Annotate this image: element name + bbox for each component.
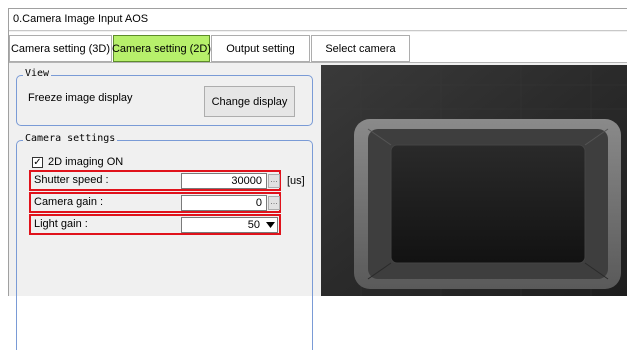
tab-label: Camera setting (2D) bbox=[111, 42, 212, 55]
camera-gain-label: Camera gain : bbox=[34, 196, 104, 208]
camera-settings-group: Camera settings ✓ 2D imaging ON Shutter … bbox=[16, 133, 313, 350]
chevron-down-icon[interactable] bbox=[264, 218, 277, 232]
settings-pane: View Freeze image display Change display… bbox=[9, 64, 320, 350]
tab-camera-setting-3d[interactable]: Camera setting (3D) bbox=[9, 35, 112, 62]
tab-label: Select camera bbox=[325, 42, 396, 55]
view-group-legend: View bbox=[23, 68, 52, 79]
light-gain-label: Light gain : bbox=[34, 218, 88, 230]
ellipsis-icon: … bbox=[270, 197, 278, 206]
shutter-speed-unit: [us] bbox=[287, 175, 305, 187]
ellipsis-icon: … bbox=[270, 175, 278, 184]
tab-camera-setting-2d[interactable]: Camera setting (2D) bbox=[111, 35, 212, 62]
tab-bar: Camera setting (3D) Camera setting (2D) … bbox=[9, 32, 627, 63]
imaging-2d-label: 2D imaging ON bbox=[48, 156, 124, 168]
tab-label: Camera setting (3D) bbox=[10, 42, 111, 55]
camera-image-input-window: 0.Camera Image Input AOS Camera setting … bbox=[8, 8, 627, 350]
check-icon: ✓ bbox=[33, 156, 42, 168]
tab-output-setting[interactable]: Output setting bbox=[211, 35, 310, 62]
shutter-speed-ellipsis-button[interactable]: … bbox=[268, 174, 280, 188]
camera-gain-ellipsis-button[interactable]: … bbox=[268, 196, 280, 210]
camera-gain-input[interactable]: 0 bbox=[181, 195, 267, 211]
camera-settings-legend: Camera settings bbox=[23, 133, 118, 144]
change-display-button[interactable]: Change display bbox=[204, 86, 295, 117]
view-group: View Freeze image display Change display bbox=[16, 68, 313, 126]
freeze-image-label: Freeze image display bbox=[28, 92, 133, 104]
tab-select-camera[interactable]: Select camera bbox=[311, 35, 410, 62]
tab-label: Output setting bbox=[226, 42, 295, 55]
camera-image bbox=[321, 65, 627, 296]
shutter-speed-label: Shutter speed : bbox=[34, 174, 109, 186]
imaging-2d-checkbox[interactable]: ✓ bbox=[32, 157, 43, 168]
change-display-label: Change display bbox=[211, 95, 288, 108]
shutter-speed-input[interactable]: 30000 bbox=[181, 173, 267, 189]
camera-image-view bbox=[321, 65, 627, 296]
window-title: 0.Camera Image Input AOS bbox=[9, 9, 627, 31]
